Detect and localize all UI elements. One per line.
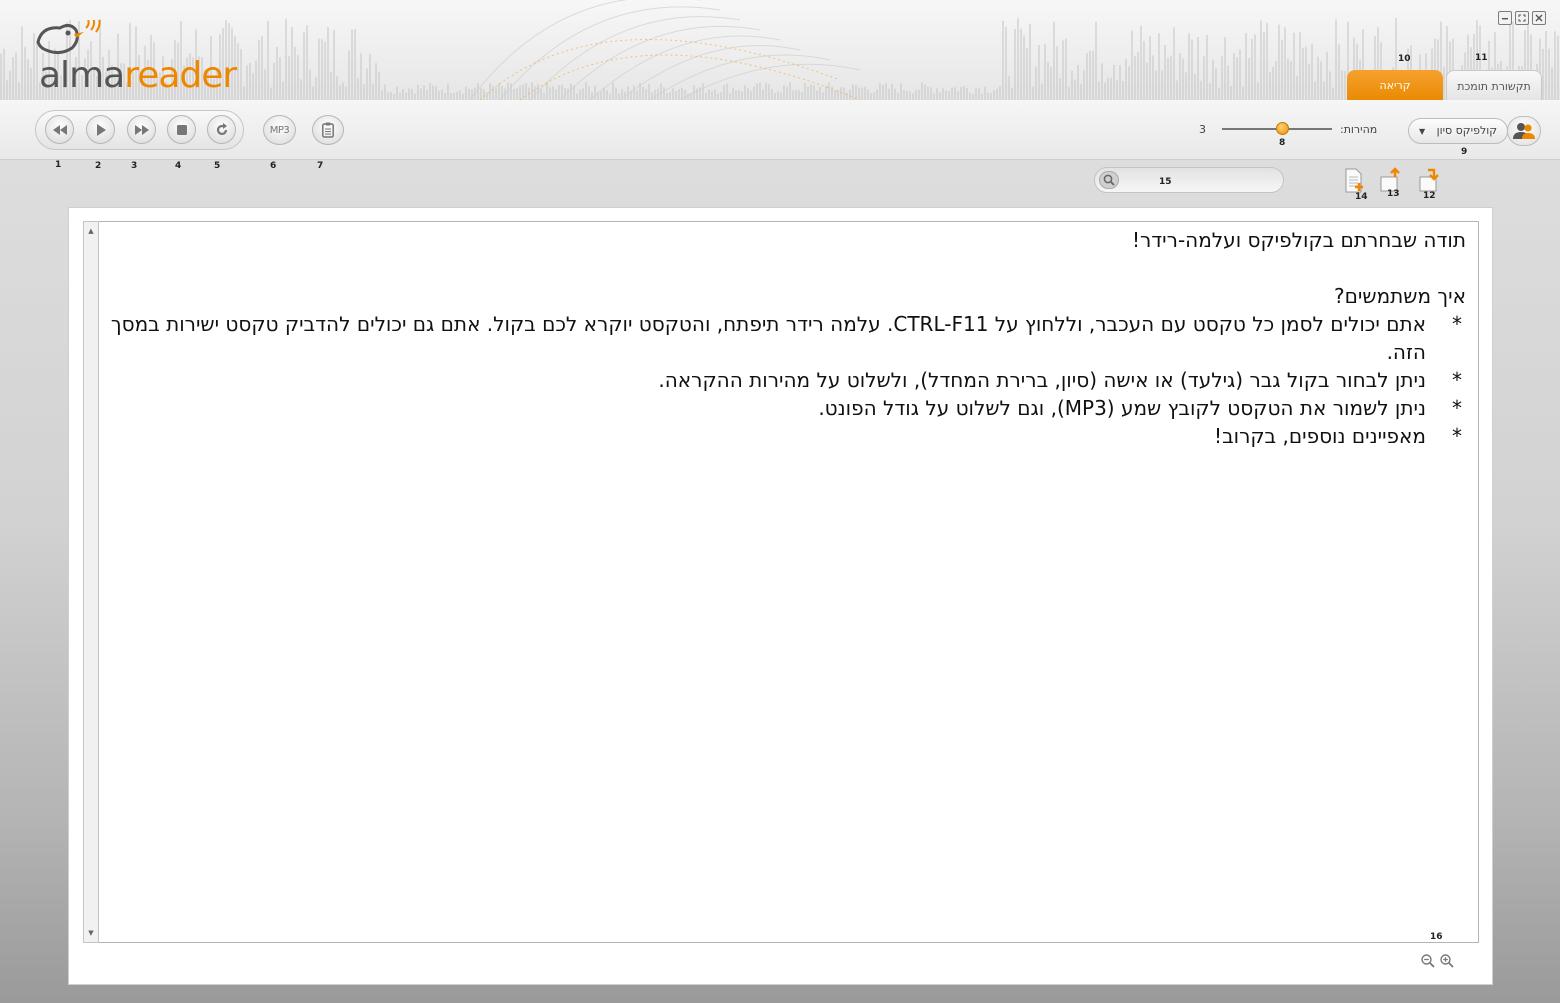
callout-8: 8 [1279, 138, 1286, 148]
mp3-label: MP3 [269, 124, 290, 136]
search-input[interactable] [1125, 170, 1275, 190]
app-window: almareader 10 11 קריאה תקשורת תומכת MP3 … [0, 0, 1560, 1003]
callout-5: 5 [214, 161, 221, 171]
rewind-button[interactable] [45, 115, 74, 144]
callout-2: 2 [95, 161, 102, 171]
callout-15: 15 [1159, 177, 1172, 187]
clipboard-icon [322, 122, 334, 138]
logo-text-reader: reader [124, 55, 237, 96]
speed-label: מהירות: [1340, 123, 1378, 136]
list-item: * ניתן לשמור את הטקסט לקובץ שמע (MP3), וג… [100, 394, 1466, 422]
repeat-button[interactable] [207, 115, 236, 144]
repeat-icon [216, 122, 227, 135]
maximize-button[interactable] [1515, 11, 1529, 25]
list-item-text: ניתן לשמור את הטקסט לקובץ שמע (MP3), וגם… [818, 396, 1426, 420]
search-button[interactable] [1099, 171, 1119, 189]
close-button[interactable] [1532, 11, 1546, 25]
list-item: * אתם יכולים לסמן כל טקסט עם העכבר, וללחו… [100, 310, 1466, 366]
list-item-text: אתם יכולים לסמן כל טקסט עם העכבר, וללחוץ… [110, 312, 1426, 364]
bullet-mark: * [1452, 396, 1462, 420]
fast-forward-button[interactable] [127, 115, 156, 144]
new-document-icon [1345, 168, 1363, 193]
callout-13: 13 [1387, 189, 1400, 199]
search-icon [1103, 174, 1115, 186]
new-document-button[interactable] [1343, 167, 1367, 195]
speed-slider-handle[interactable] [1275, 122, 1289, 135]
zoom-in-button[interactable] [1439, 953, 1455, 969]
zoom-in-icon [1440, 954, 1454, 968]
fast-forward-icon [134, 124, 149, 135]
callout-11: 11 [1475, 53, 1488, 63]
usage-question: איך משתמשים? [1334, 284, 1466, 308]
list-item: * ניתן לבחור בקול גבר (גילעד) או אישה (סי… [100, 366, 1466, 394]
zoom-out-icon [1421, 954, 1435, 968]
stop-icon [176, 124, 187, 135]
vertical-scrollbar[interactable]: ▲ ▼ [83, 221, 99, 943]
tab-read[interactable]: קריאה [1347, 70, 1443, 100]
bullet-mark: * [1452, 368, 1462, 392]
rewind-icon [52, 124, 67, 135]
users-icon [1513, 123, 1535, 139]
welcome-title: תודה שבחרתם בקולפיקס ועלמה-רידר! [1131, 228, 1466, 252]
callout-9: 9 [1461, 147, 1468, 157]
paste-button[interactable] [312, 115, 344, 145]
bullet-mark: * [1452, 424, 1462, 448]
logo-wordmark: almareader [39, 55, 237, 96]
header: almareader 10 11 קריאה תקשורת תומכת [0, 0, 1560, 100]
maximize-icon [1518, 14, 1526, 22]
list-item: * מאפיינים נוספים, בקרוב! [100, 422, 1466, 450]
bird-logo-icon [36, 20, 101, 55]
minimize-button[interactable] [1498, 11, 1512, 25]
callout-7: 7 [317, 161, 324, 171]
voice-selected: קולפיקס סיון [1436, 124, 1497, 137]
callout-3: 3 [131, 161, 138, 171]
list-item-text: ניתן לבחור בקול גבר (גילעד) או אישה (סיו… [658, 368, 1426, 392]
list-item-text: מאפיינים נוספים, בקרוב! [1214, 424, 1426, 448]
callout-10: 10 [1398, 54, 1411, 64]
callout-1: 1 [55, 160, 62, 170]
callout-4: 4 [175, 161, 182, 171]
chevron-down-icon: ▼ [1419, 127, 1426, 136]
scroll-down-icon[interactable]: ▼ [84, 926, 98, 940]
play-button[interactable] [86, 115, 115, 144]
voice-users-button[interactable] [1507, 116, 1541, 146]
callout-14: 14 [1355, 192, 1368, 202]
zoom-out-button[interactable] [1420, 953, 1436, 969]
close-icon [1535, 14, 1543, 22]
mp3-button[interactable]: MP3 [263, 115, 296, 145]
almareader-logo: almareader [34, 20, 244, 100]
minimize-icon [1502, 18, 1508, 20]
playback-controls [35, 110, 244, 150]
search-box [1094, 167, 1284, 193]
logo-text-alma: alma [39, 55, 125, 96]
callout-6: 6 [270, 161, 277, 171]
speed-value: 3 [1199, 123, 1206, 136]
scroll-up-icon[interactable]: ▲ [84, 224, 98, 238]
play-icon [96, 123, 106, 136]
reader-text[interactable]: תודה שבחרתם בקולפיקס ועלמה-רידר! איך משת… [100, 226, 1466, 450]
callout-16: 16 [1430, 932, 1443, 942]
callout-12: 12 [1423, 191, 1436, 201]
tab-support[interactable]: תקשורת תומכת [1446, 70, 1542, 100]
stop-button[interactable] [167, 115, 196, 144]
bullet-mark: * [1452, 312, 1462, 336]
voice-select[interactable]: ▼ קולפיקס סיון [1408, 118, 1508, 144]
